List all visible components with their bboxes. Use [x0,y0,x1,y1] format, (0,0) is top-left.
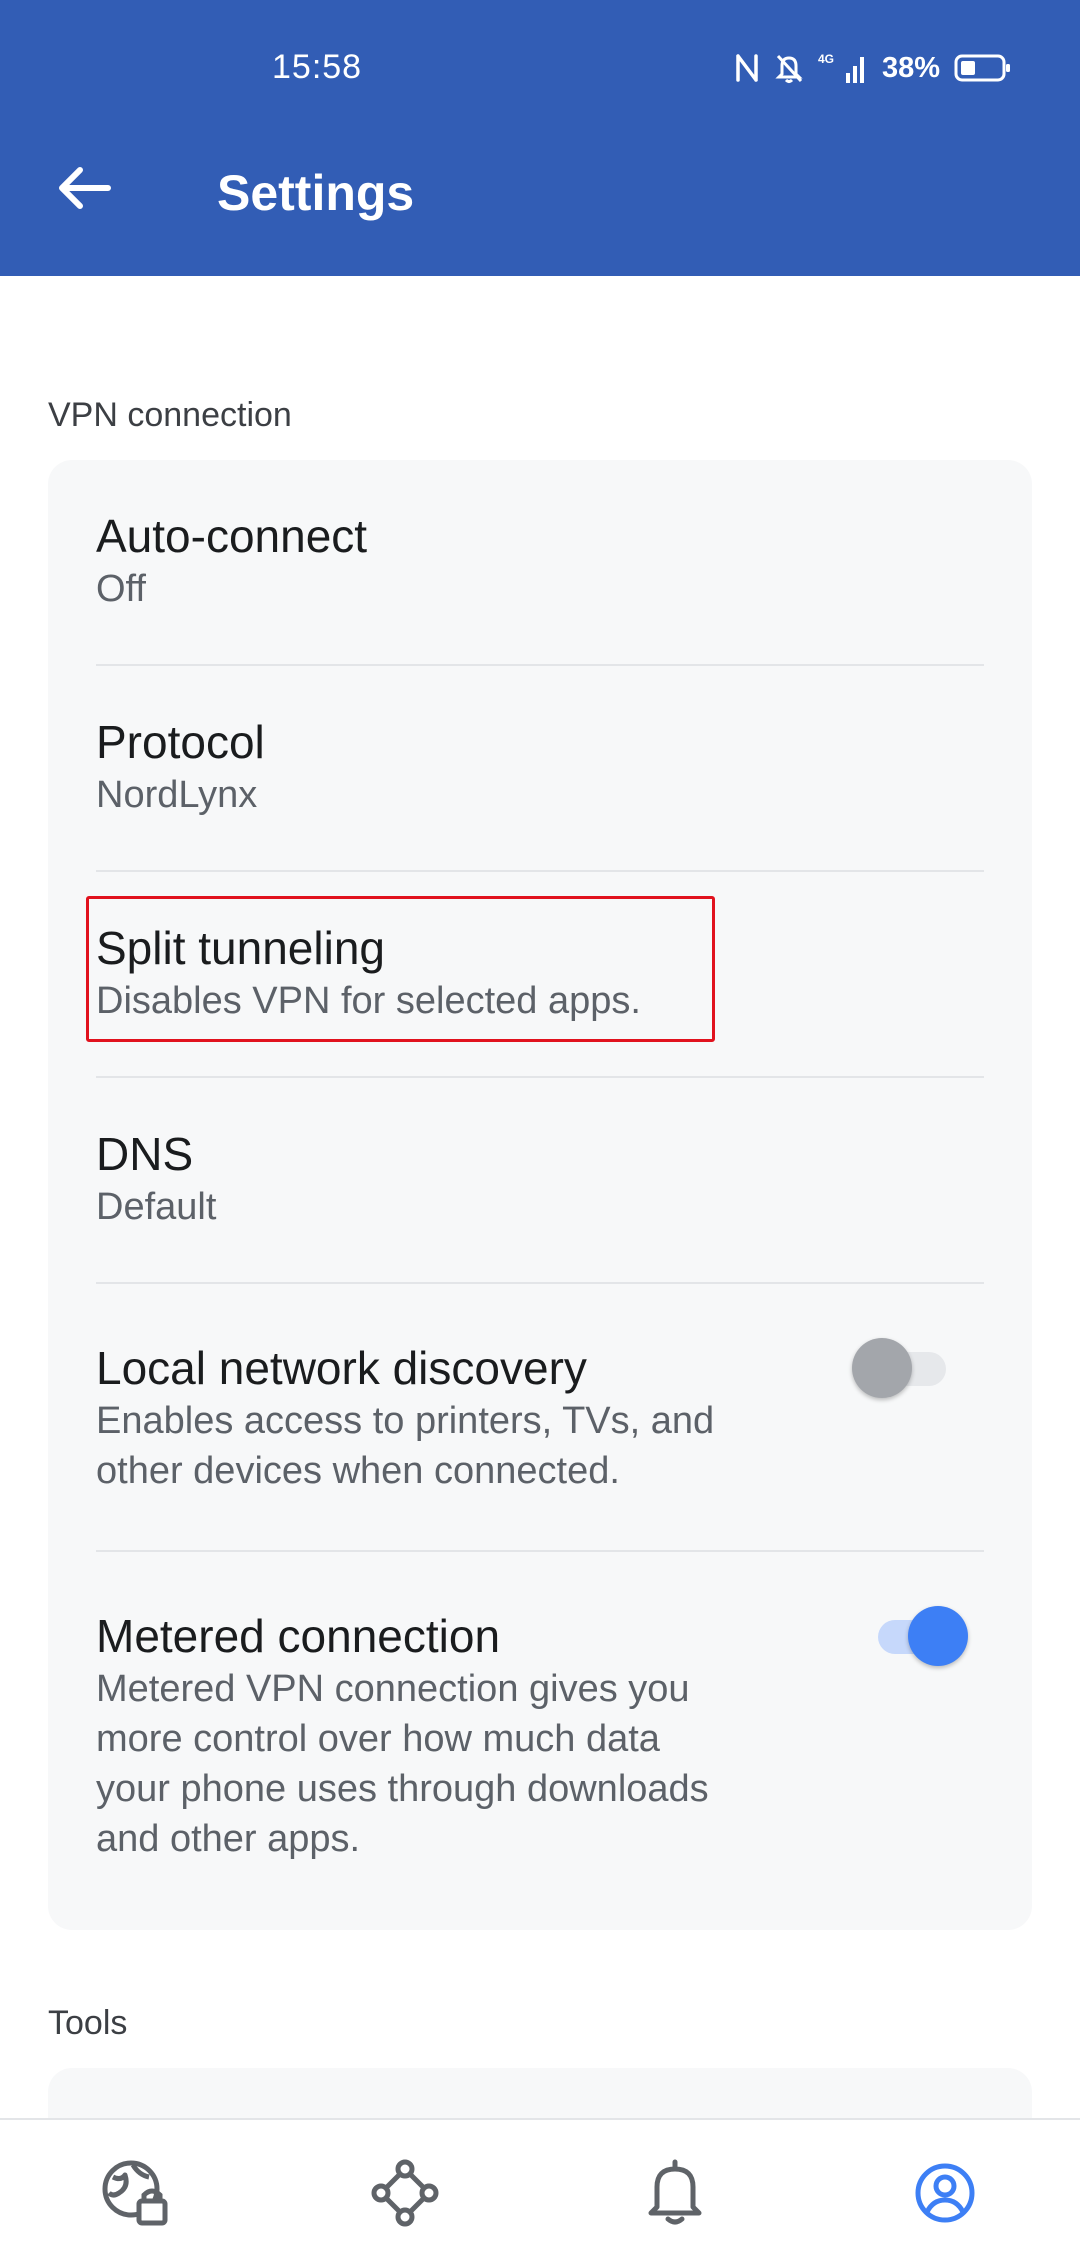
setting-value: Off [96,568,146,610]
setting-local-network-discovery[interactable]: Local network discovery Enables access t… [96,1340,782,1496]
setting-description-line: more control over how much data [96,1718,660,1760]
nav-meshnet[interactable] [360,2150,450,2240]
setting-title: Auto-connect [96,510,368,562]
back-button[interactable] [44,150,124,230]
settings-screen: 15:58 4G 38% Settings VPN connection Aut… [0,0,1080,2258]
battery-icon [954,53,1012,83]
nav-profile[interactable] [900,2150,990,2240]
setting-dns[interactable]: DNS Default [96,1126,984,1232]
nfc-icon [734,53,760,83]
signal-icon: 4G [818,51,868,85]
metered-connection-toggle[interactable] [868,1606,968,1666]
setting-protocol[interactable]: Protocol NordLynx [96,714,984,820]
setting-description-line: other devices when connected. [96,1450,620,1492]
nav-notifications[interactable] [630,2150,720,2240]
divider [96,1550,984,1552]
setting-description-line: Enables access to printers, TVs, and [96,1400,715,1442]
section-title-tools: Tools [48,2004,128,2042]
setting-title: DNS [96,1128,194,1180]
split-tunneling-highlight [86,896,715,1042]
setting-description-line: your phone uses through downloads [96,1768,709,1810]
bell-off-icon [774,52,804,84]
status-icons: 4G 38% [734,48,1012,88]
setting-description-line: and other apps. [96,1818,361,1860]
profile-icon [909,2157,981,2234]
section-title-vpn-connection: VPN connection [48,396,292,434]
app-bar: 15:58 4G 38% Settings [0,0,1080,276]
setting-auto-connect[interactable]: Auto-connect Off [96,508,984,614]
page-title: Settings [217,165,415,221]
globe-lock-icon [99,2157,171,2234]
toggle-thumb [852,1338,912,1398]
setting-title: Protocol [96,716,265,768]
network-type-label: 4G [818,52,834,66]
battery-percent: 38% [881,51,940,84]
divider [96,1282,984,1284]
setting-metered-connection[interactable]: Metered connection Metered VPN connectio… [96,1608,782,1864]
arrow-left-icon [56,164,112,217]
status-time: 15:58 [272,48,363,86]
setting-value: NordLynx [96,774,258,816]
meshnet-icon [369,2157,441,2234]
vpn-settings-card: Auto-connect Off Protocol NordLynx Split… [48,460,1032,1930]
bottom-navigation [0,2118,1080,2258]
bell-icon [643,2157,707,2234]
divider [96,870,984,872]
nav-vpn[interactable] [90,2150,180,2240]
local-network-discovery-toggle[interactable] [852,1338,952,1398]
divider [96,1076,984,1078]
toggle-thumb [908,1606,968,1666]
setting-title: Local network discovery [96,1342,587,1394]
setting-title: Metered connection [96,1610,501,1662]
setting-value: Default [96,1186,217,1228]
setting-description-line: Metered VPN connection gives you [96,1668,690,1710]
divider [96,664,984,666]
